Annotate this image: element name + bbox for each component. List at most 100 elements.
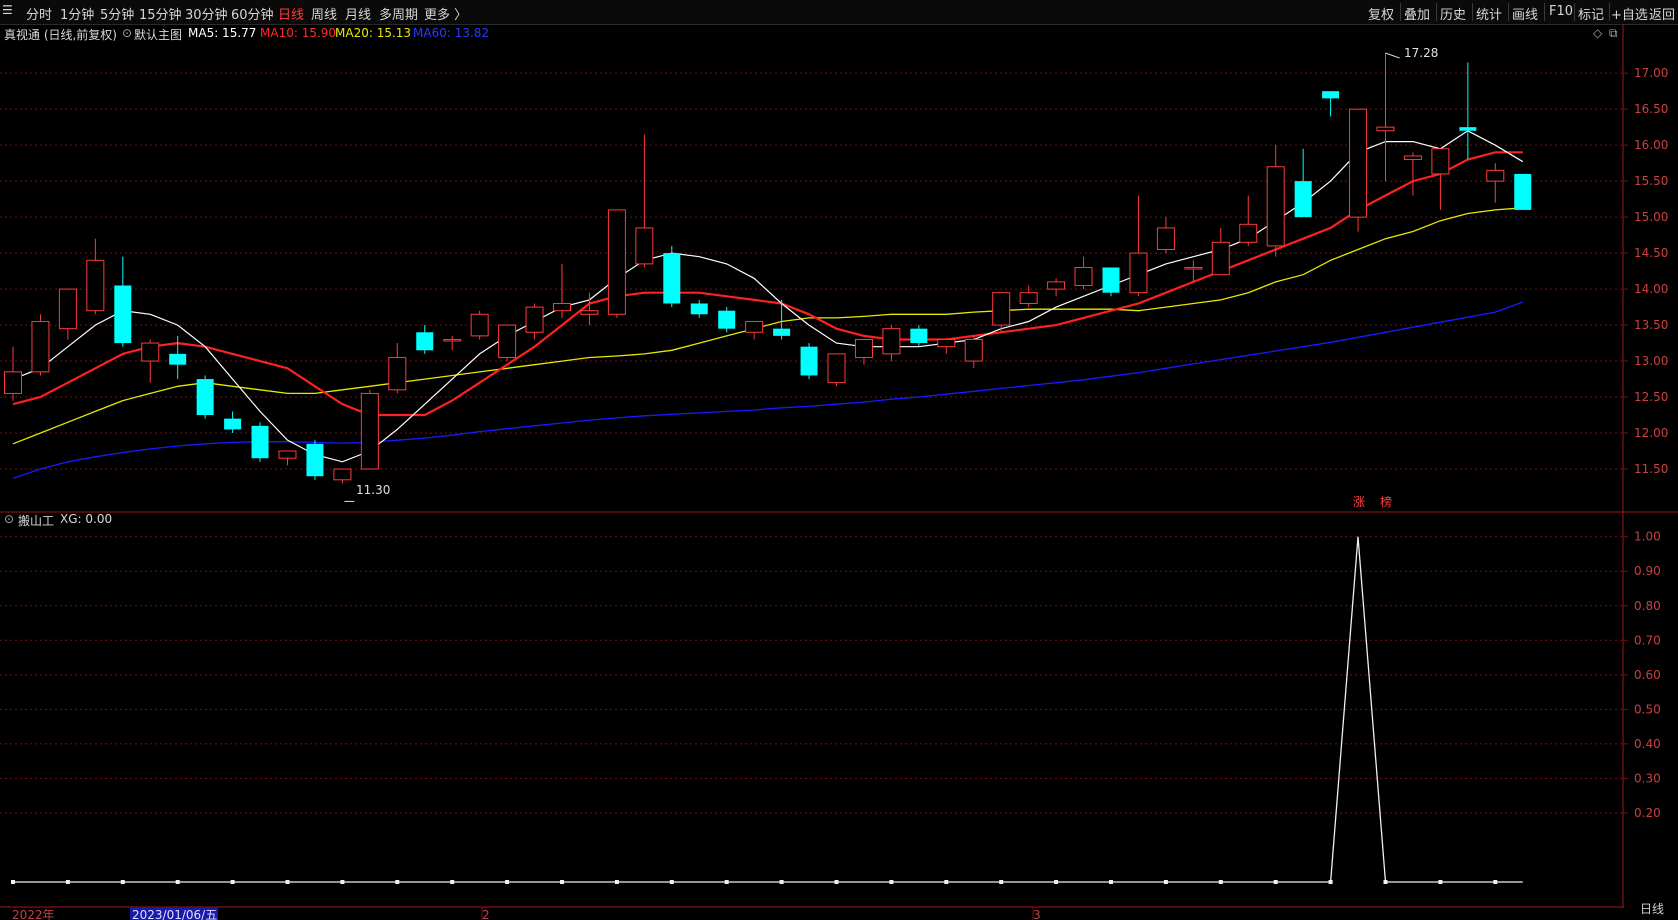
period-tab-more[interactable]: 更多 〉: [424, 4, 467, 23]
diamond-icon[interactable]: ◇: [1593, 26, 1602, 40]
price-axis: 17.00 16.50 16.00 15.50 15.00 14.50 14.00 13.50…: [1623, 66, 1668, 476]
period-tab-60min[interactable]: 60分钟: [231, 4, 274, 23]
ma60-line: [12, 301, 1524, 480]
period-tab-15min[interactable]: 15分钟: [139, 4, 182, 23]
price-tick-label: 13.00: [1634, 354, 1668, 368]
indicator-tick-label: 0.70: [1634, 633, 1661, 647]
candle-body-up: [882, 328, 901, 355]
indicator-axis: 1.00 0.90 0.80 0.70 0.60 0.50 0.40 0.30 0.20: [1623, 530, 1661, 820]
ma5-label: MA5: 15.77: [188, 26, 257, 40]
toolbar-logo-icon[interactable]: ☰: [2, 3, 13, 17]
template-label[interactable]: 默认主图: [134, 26, 182, 43]
period-tab-5min[interactable]: 5分钟: [100, 4, 134, 23]
chart-annotations: 17.28 11.30 涨 榜: [356, 46, 1438, 509]
price-tick-label: 14.50: [1634, 246, 1668, 260]
candle-body-up: [1376, 126, 1395, 132]
date-label-mar: 3: [1033, 908, 1041, 920]
candle-body-down: [224, 418, 242, 430]
candle-body-down: [910, 328, 928, 344]
candle-body-down: [1102, 267, 1120, 293]
candle-body-up: [1047, 281, 1066, 290]
candle-body-up: [31, 320, 50, 373]
xg-point: [65, 880, 70, 884]
period-tab-multi[interactable]: 多周期: [379, 4, 418, 23]
period-tab-minute[interactable]: 分时: [26, 4, 52, 23]
candle-body-down: [169, 353, 187, 365]
candle-body-down: [1294, 181, 1312, 218]
period-tab-1min[interactable]: 1分钟: [60, 4, 94, 23]
candle-body-up: [854, 338, 873, 358]
xg-point: [614, 880, 619, 884]
period-tab-30min[interactable]: 30分钟: [185, 4, 228, 23]
indicator-tick-label: 0.90: [1634, 564, 1661, 578]
candle-body-down: [718, 310, 736, 329]
candle-body-up: [1184, 267, 1203, 270]
candle-body-down: [663, 253, 681, 304]
candle-body-up: [4, 371, 22, 394]
xg-point: [1383, 880, 1388, 884]
copy-icon[interactable]: ⧉: [1609, 26, 1618, 41]
candle-body-up: [525, 306, 544, 333]
price-tick-label: 11.50: [1634, 462, 1668, 476]
xg-point: [175, 880, 180, 884]
candle-body-down: [1459, 127, 1477, 131]
indicator-name-label[interactable]: 搬山工: [18, 512, 54, 529]
candle-body-up: [1486, 169, 1505, 182]
grid-lines: [0, 72, 1623, 920]
xg-point: [505, 880, 510, 884]
xg-point: [1493, 880, 1498, 884]
candle-body-down: [306, 443, 324, 477]
xg-value-label: XG: 0.00: [60, 512, 113, 526]
xg-point: [230, 880, 235, 884]
candle-body-up: [937, 338, 956, 348]
history-button[interactable]: 历史: [1440, 4, 1466, 23]
fuquan-button[interactable]: 复权: [1368, 4, 1394, 23]
candle-body-up: [58, 288, 77, 330]
mark-button[interactable]: 标记: [1578, 4, 1604, 23]
period-tab-monthly[interactable]: 月线: [345, 4, 371, 23]
xg-point: [1438, 880, 1443, 884]
candle-body-up: [1403, 155, 1422, 161]
period-tab-weekly[interactable]: 周线: [311, 4, 337, 23]
indicator-tick-label: 0.20: [1634, 806, 1661, 820]
ma10-line: [12, 151, 1523, 417]
candle-body-up: [1239, 223, 1258, 243]
template-dropdown-icon[interactable]: ⊙: [122, 26, 132, 40]
toolbar-divider: [1609, 3, 1610, 21]
ma5-line: [12, 130, 1524, 463]
xg-point: [11, 880, 15, 884]
stock-name-label[interactable]: 真视通 (日线,前复权): [4, 26, 117, 43]
high-price-label: 17.28: [1404, 46, 1438, 60]
candle-body-up: [1074, 267, 1093, 286]
price-tick-label: 13.50: [1634, 318, 1668, 332]
candle-body-up: [141, 342, 160, 362]
date-label-year: 2022年: [12, 908, 55, 920]
f10-button[interactable]: F10: [1549, 4, 1573, 19]
candle-body-up: [635, 227, 654, 265]
candle-body-up: [827, 353, 846, 384]
candle-body-up: [1349, 108, 1368, 218]
kline-chart[interactable]: 17.00 16.50 16.00 15.50 15.00 14.50 14.00 13.50…: [0, 0, 1678, 920]
xg-point: [1163, 880, 1168, 884]
xg-point: [450, 880, 455, 884]
overlay-button[interactable]: 叠加: [1404, 4, 1430, 23]
candle-body-down: [690, 303, 708, 315]
stats-button[interactable]: 统计: [1476, 4, 1502, 23]
back-button[interactable]: 返回: [1649, 4, 1675, 23]
toolbar-divider: [1574, 3, 1575, 21]
indicator-tick-label: 0.30: [1634, 771, 1661, 785]
candle-body-up: [1019, 292, 1038, 304]
high-pointer: [1385, 52, 1400, 59]
draw-line-button[interactable]: 画线: [1512, 4, 1538, 23]
candle-body-up: [992, 292, 1011, 326]
price-tick-label: 16.00: [1634, 138, 1668, 152]
indicator-tick-label: 0.80: [1634, 599, 1661, 613]
indicator-tick-label: 1.00: [1634, 530, 1661, 544]
add-watchlist-button[interactable]: +自选: [1611, 4, 1648, 23]
period-tab-daily[interactable]: 日线: [278, 4, 304, 23]
indicator-dropdown-icon[interactable]: ⊙: [4, 512, 14, 526]
ma60-label: MA60: 13.82: [413, 26, 490, 40]
xg-point: [395, 880, 400, 884]
xg-point: [1054, 880, 1059, 884]
candle-body-up: [607, 209, 626, 315]
